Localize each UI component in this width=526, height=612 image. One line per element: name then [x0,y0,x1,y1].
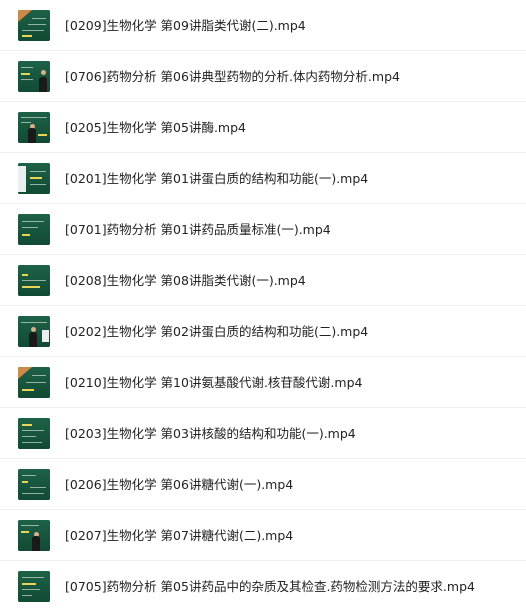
video-thumbnail-icon [18,418,50,449]
file-row[interactable]: [0205]生物化学 第05讲酶.mp4 [0,102,526,153]
file-name: [0706]药物分析 第06讲典型药物的分析.体内药物分析.mp4 [65,69,400,84]
file-row[interactable]: [0706]药物分析 第06讲典型药物的分析.体内药物分析.mp4 [0,51,526,102]
file-name: [0205]生物化学 第05讲酶.mp4 [65,120,246,135]
file-list: [0209]生物化学 第09讲脂类代谢(二).mp4 [0706]药物分析 第0… [0,0,526,612]
file-row[interactable]: [0203]生物化学 第03讲核酸的结构和功能(一).mp4 [0,408,526,459]
file-row[interactable]: [0209]生物化学 第09讲脂类代谢(二).mp4 [0,0,526,51]
file-name: [0210]生物化学 第10讲氨基酸代谢.核苷酸代谢.mp4 [65,375,363,390]
file-name: [0202]生物化学 第02讲蛋白质的结构和功能(二).mp4 [65,324,369,339]
file-name: [0201]生物化学 第01讲蛋白质的结构和功能(一).mp4 [65,171,369,186]
file-row[interactable]: [0202]生物化学 第02讲蛋白质的结构和功能(二).mp4 [0,306,526,357]
video-thumbnail-icon [18,61,50,92]
video-thumbnail-icon [18,214,50,245]
video-thumbnail-icon [18,520,50,551]
file-name: [0701]药物分析 第01讲药品质量标准(一).mp4 [65,222,331,237]
file-row[interactable]: [0705]药物分析 第05讲药品中的杂质及其检查.药物检测方法的要求.mp4 [0,561,526,612]
file-name: [0208]生物化学 第08讲脂类代谢(一).mp4 [65,273,306,288]
file-row[interactable]: [0210]生物化学 第10讲氨基酸代谢.核苷酸代谢.mp4 [0,357,526,408]
file-row[interactable]: [0701]药物分析 第01讲药品质量标准(一).mp4 [0,204,526,255]
file-row[interactable]: [0206]生物化学 第06讲糖代谢(一).mp4 [0,459,526,510]
file-row[interactable]: [0208]生物化学 第08讲脂类代谢(一).mp4 [0,255,526,306]
video-thumbnail-icon [18,112,50,143]
video-thumbnail-icon [18,163,50,194]
file-name: [0206]生物化学 第06讲糖代谢(一).mp4 [65,477,294,492]
video-thumbnail-icon [18,469,50,500]
file-name: [0207]生物化学 第07讲糖代谢(二).mp4 [65,528,294,543]
video-thumbnail-icon [18,316,50,347]
file-name: [0203]生物化学 第03讲核酸的结构和功能(一).mp4 [65,426,356,441]
file-name: [0705]药物分析 第05讲药品中的杂质及其检查.药物检测方法的要求.mp4 [65,579,475,594]
video-thumbnail-icon [18,571,50,602]
video-thumbnail-icon [18,10,50,41]
video-thumbnail-icon [18,367,50,398]
file-name: [0209]生物化学 第09讲脂类代谢(二).mp4 [65,18,306,33]
file-row[interactable]: [0207]生物化学 第07讲糖代谢(二).mp4 [0,510,526,561]
video-thumbnail-icon [18,265,50,296]
file-row[interactable]: [0201]生物化学 第01讲蛋白质的结构和功能(一).mp4 [0,153,526,204]
